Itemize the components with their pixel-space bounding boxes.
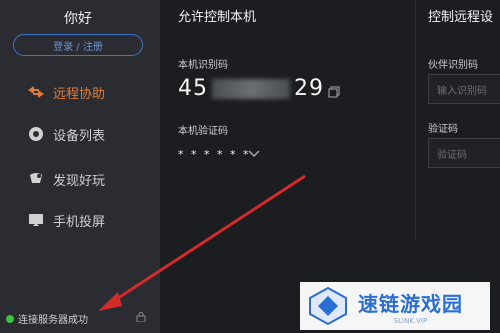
partner-id-input[interactable]: 输入识别码	[428, 74, 500, 104]
sidebar-item-screen-mirror[interactable]: 手机投屏	[27, 210, 105, 230]
login-button[interactable]: 登录 / 注册	[13, 34, 143, 56]
sidebar-item-label: 远程协助	[53, 86, 106, 102]
connection-status: 连接服务器成功	[6, 311, 88, 326]
verify-code-label: 本机验证码	[178, 126, 228, 137]
sidebar-item-device-list[interactable]: 设备列表	[27, 124, 105, 144]
device-id-suffix: 29	[294, 76, 324, 101]
device-id-redacted	[212, 79, 290, 99]
chevron-down-icon[interactable]	[248, 148, 260, 158]
remote-assist-icon	[27, 83, 45, 101]
sidebar-item-discover[interactable]: 发现好玩	[27, 169, 105, 189]
device-id-value: 45 29	[178, 76, 324, 101]
sidebar-item-remote-assist[interactable]: 远程协助	[27, 82, 105, 102]
control-remote-title: 控制远程设	[428, 10, 494, 25]
lock-icon[interactable]	[136, 312, 146, 322]
discover-icon	[27, 170, 45, 188]
sidebar-item-label: 手机投屏	[53, 214, 106, 230]
watermark-subtitle: SLINK.VIP	[393, 316, 428, 325]
panel-divider	[415, 0, 416, 240]
copy-icon[interactable]	[328, 86, 340, 98]
watermark-logo-icon	[309, 286, 347, 326]
sidebar-item-label: 设备列表	[53, 128, 106, 144]
watermark-title: 速链游戏园	[358, 291, 463, 316]
partner-code-input[interactable]: 验证码	[428, 138, 500, 168]
device-id-label: 本机识别码	[178, 60, 228, 71]
partner-code-label: 验证码	[428, 124, 458, 135]
allow-control-title: 允许控制本机	[178, 10, 257, 25]
sidebar: 你好 登录 / 注册 远程协助 设备列表 发现好玩 手机投屏 连接服务器成功	[0, 0, 160, 333]
screen-mirror-icon	[27, 211, 45, 229]
greeting-text: 你好	[64, 11, 92, 27]
verify-code-value: * * * * * *	[178, 148, 251, 161]
sidebar-item-label: 发现好玩	[53, 173, 106, 189]
device-list-icon	[27, 125, 45, 143]
partner-id-label: 伙伴识别码	[428, 60, 478, 71]
status-dot-icon	[6, 314, 14, 323]
status-text: 连接服务器成功	[18, 315, 88, 326]
device-id-prefix: 45	[178, 76, 208, 101]
watermark: 速链游戏园 SLINK.VIP	[300, 282, 490, 330]
